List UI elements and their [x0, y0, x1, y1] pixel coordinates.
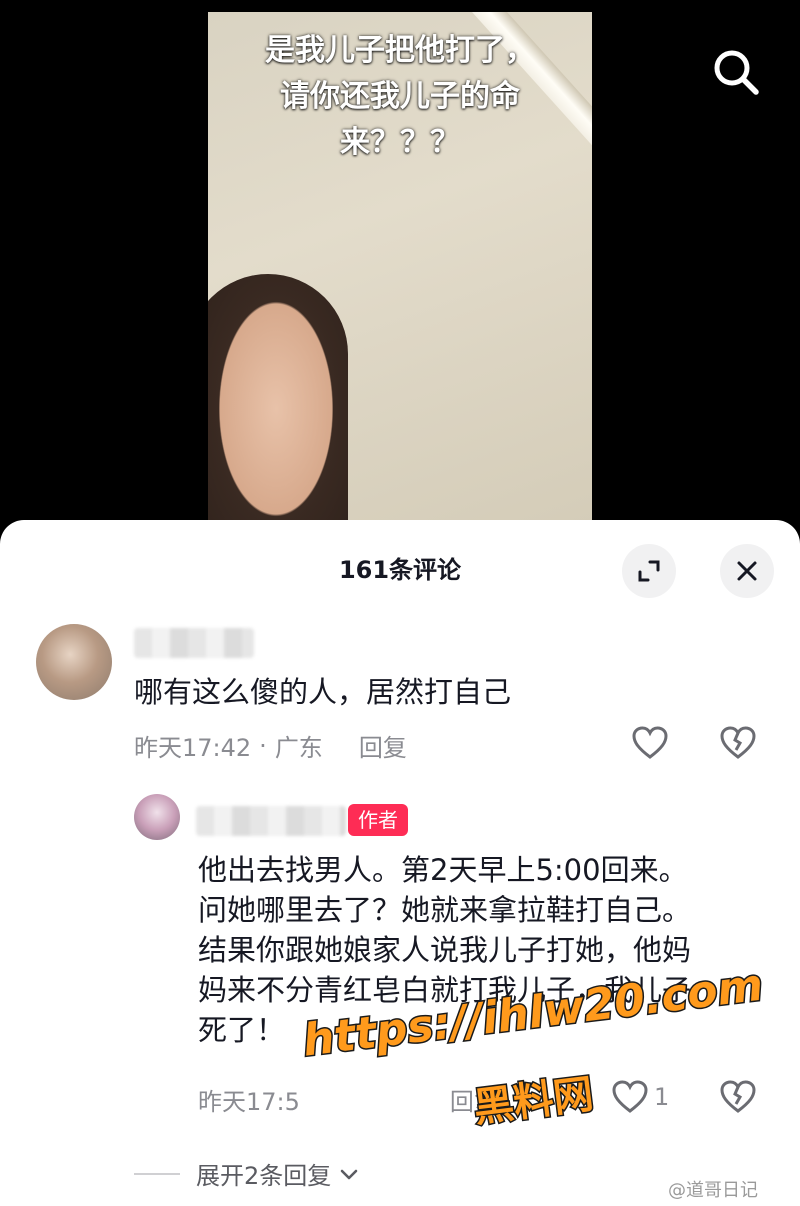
broken-heart-icon: [720, 726, 756, 759]
comment-text: 哪有这么傻的人，居然打自己: [134, 675, 512, 709]
person-face-image: [208, 274, 348, 530]
expand-panel-button[interactable]: [622, 544, 676, 598]
search-button[interactable]: [708, 44, 764, 100]
reply-meta: 昨天17:5 回复: [198, 1082, 498, 1117]
caption-line: 是我儿子把他打了，: [265, 33, 535, 68]
video-player[interactable]: 是我儿子把他打了， 请你还我儿子的命 来？？？: [0, 0, 800, 530]
close-icon: [737, 561, 757, 581]
divider-line: [134, 1172, 180, 1175]
dislike-button[interactable]: [720, 726, 756, 760]
reply-time: 昨天17:5: [198, 1088, 300, 1116]
like-button[interactable]: 1: [612, 1080, 669, 1114]
caption-line: 来？？？: [340, 125, 460, 160]
expand-replies-label: 展开2条回复: [196, 1162, 332, 1190]
video-caption: 是我儿子把他打了， 请你还我儿子的命 来？？？: [208, 28, 592, 166]
blurred-username[interactable]: [134, 628, 254, 658]
close-button[interactable]: [720, 544, 774, 598]
author-badge: 作者: [348, 804, 408, 836]
reply-text-line: 问她哪里去了？她就来拿拉鞋打自己。: [198, 893, 692, 927]
caption-line: 请你还我儿子的命: [280, 79, 520, 114]
comment-panel: 161条评论 哪有这么傻的人，居然打自己 昨天17:42 · 广东 回复 作者: [0, 520, 800, 1206]
like-count: 1: [654, 1083, 670, 1111]
search-icon: [714, 50, 759, 95]
comment-meta: 昨天17:42 · 广东 回复: [134, 728, 407, 763]
blurred-author-username[interactable]: [196, 806, 346, 836]
broken-heart-icon: [720, 1080, 756, 1113]
expand-icon: [638, 560, 660, 582]
reply-text-line: 结果你跟她娘家人说我儿子打她，他妈: [198, 933, 692, 967]
reply-text-line: 他出去找男人。第2天早上5:00回来。: [198, 853, 688, 887]
like-button[interactable]: [632, 726, 668, 760]
dislike-button[interactable]: [720, 1080, 756, 1114]
expand-replies-button[interactable]: 展开2条回复: [134, 1156, 361, 1191]
comment-time: 昨天17:42: [134, 734, 252, 762]
meta-separator: ·: [259, 731, 267, 760]
author-avatar[interactable]: [134, 794, 180, 840]
heart-icon: [632, 726, 668, 759]
video-frame: 是我儿子把他打了， 请你还我儿子的命 来？？？: [208, 12, 592, 530]
comment-count-title: 161条评论: [338, 556, 462, 584]
comment-location: 广东: [274, 734, 323, 762]
heart-icon: [612, 1080, 648, 1113]
chevron-down-icon: [340, 1169, 358, 1179]
reply-button[interactable]: 回复: [359, 728, 407, 763]
weibo-watermark: @道哥日记: [668, 1180, 758, 1201]
avatar[interactable]: [36, 624, 112, 700]
